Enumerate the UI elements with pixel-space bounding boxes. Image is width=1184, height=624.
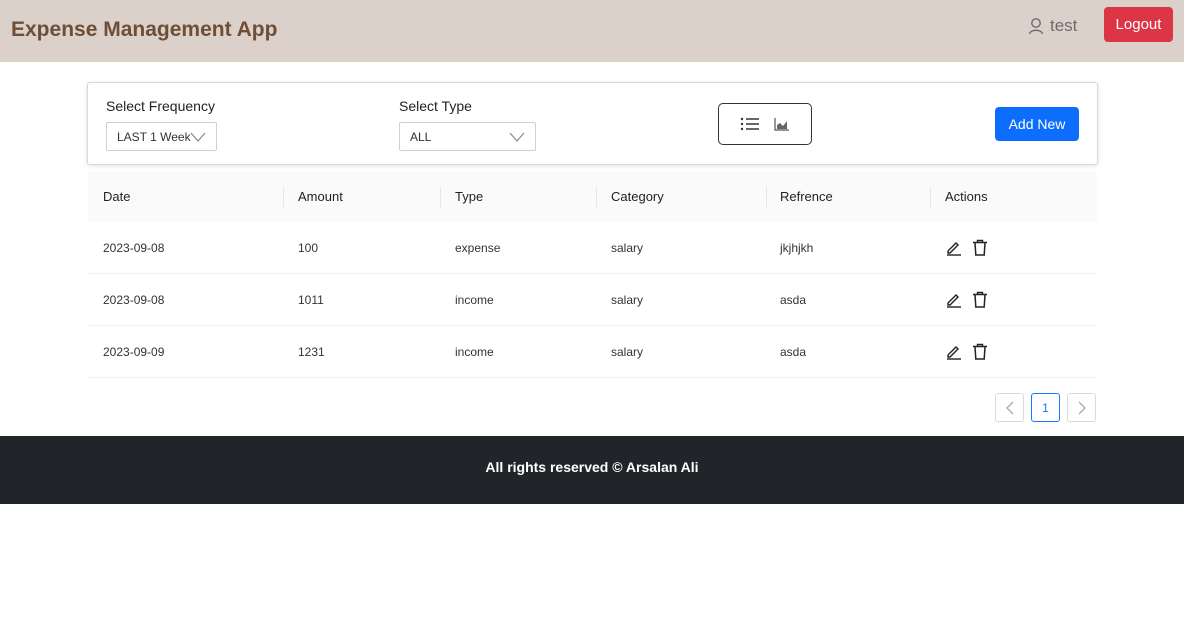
- edit-icon[interactable]: [945, 343, 962, 360]
- delete-icon[interactable]: [972, 343, 988, 360]
- chevron-down-icon: [190, 132, 206, 142]
- type-select-value: ALL: [410, 129, 432, 144]
- column-header-amount[interactable]: Amount: [298, 172, 343, 222]
- cell-reference: asda: [780, 293, 807, 307]
- frequency-label: Select Frequency: [106, 98, 215, 114]
- page-number-button[interactable]: 1: [1031, 393, 1060, 422]
- type-label: Select Type: [399, 98, 472, 114]
- table-row: 2023-09-09 1231 income salary asda: [88, 326, 1097, 378]
- chevron-left-icon: [1005, 401, 1013, 414]
- navbar: Expense Management App test Logout: [0, 0, 1184, 62]
- table-header: Date Amount Type Category Refrence Actio…: [88, 172, 1097, 222]
- app-title[interactable]: Expense Management App: [11, 18, 277, 42]
- add-new-button[interactable]: Add New: [995, 107, 1079, 141]
- frequency-select-value: LAST 1 Week: [117, 129, 191, 144]
- logout-button[interactable]: Logout: [1104, 7, 1173, 42]
- footer: All rights reserved © Arsalan Ali: [0, 436, 1184, 504]
- footer-text: All rights reserved © Arsalan Ali: [485, 459, 699, 475]
- cell-date: 2023-09-08: [103, 293, 165, 307]
- column-header-type[interactable]: Type: [455, 172, 483, 222]
- user-name: test: [1050, 16, 1078, 35]
- cell-date: 2023-09-08: [103, 241, 165, 255]
- delete-icon[interactable]: [972, 239, 988, 256]
- cell-reference: jkjhjkh: [780, 241, 814, 255]
- cell-reference: asda: [780, 345, 807, 359]
- view-toggle[interactable]: [718, 103, 812, 145]
- cell-type: expense: [455, 241, 501, 255]
- column-header-category[interactable]: Category: [611, 172, 664, 222]
- column-header-actions: Actions: [945, 189, 988, 204]
- cell-date: 2023-09-09: [103, 345, 165, 359]
- transactions-table: Date Amount Type Category Refrence Actio…: [88, 172, 1097, 378]
- cell-amount: 1231: [298, 345, 325, 359]
- filters-card: Select Frequency LAST 1 Week Select Type…: [87, 82, 1098, 165]
- row-actions: [945, 343, 988, 360]
- cell-category: salary: [611, 241, 644, 255]
- cell-type: income: [455, 293, 494, 307]
- next-page-button[interactable]: [1067, 393, 1096, 422]
- frequency-select[interactable]: LAST 1 Week: [106, 122, 217, 151]
- row-actions: [945, 239, 988, 256]
- edit-icon[interactable]: [945, 291, 962, 308]
- chart-view-icon[interactable]: [774, 117, 790, 131]
- row-actions: [945, 291, 988, 308]
- edit-icon[interactable]: [945, 239, 962, 256]
- chevron-right-icon: [1078, 401, 1086, 414]
- cell-amount: 1011: [298, 293, 324, 307]
- cell-category: salary: [611, 345, 644, 359]
- list-view-icon[interactable]: [740, 116, 760, 132]
- user-info: test: [1028, 16, 1077, 36]
- table-row: 2023-09-08 100 expense salary jkjhjkh: [88, 222, 1097, 274]
- type-select[interactable]: ALL: [399, 122, 536, 151]
- table-row: 2023-09-08 1011 income salary asda: [88, 274, 1097, 326]
- user-icon: [1028, 18, 1044, 35]
- delete-icon[interactable]: [972, 291, 988, 308]
- prev-page-button[interactable]: [995, 393, 1024, 422]
- cell-amount: 100: [298, 241, 319, 255]
- cell-category: salary: [611, 293, 644, 307]
- chevron-down-icon: [509, 132, 525, 142]
- column-header-reference[interactable]: Refrence: [780, 172, 833, 222]
- cell-type: income: [455, 345, 494, 359]
- column-header-date[interactable]: Date: [103, 172, 130, 222]
